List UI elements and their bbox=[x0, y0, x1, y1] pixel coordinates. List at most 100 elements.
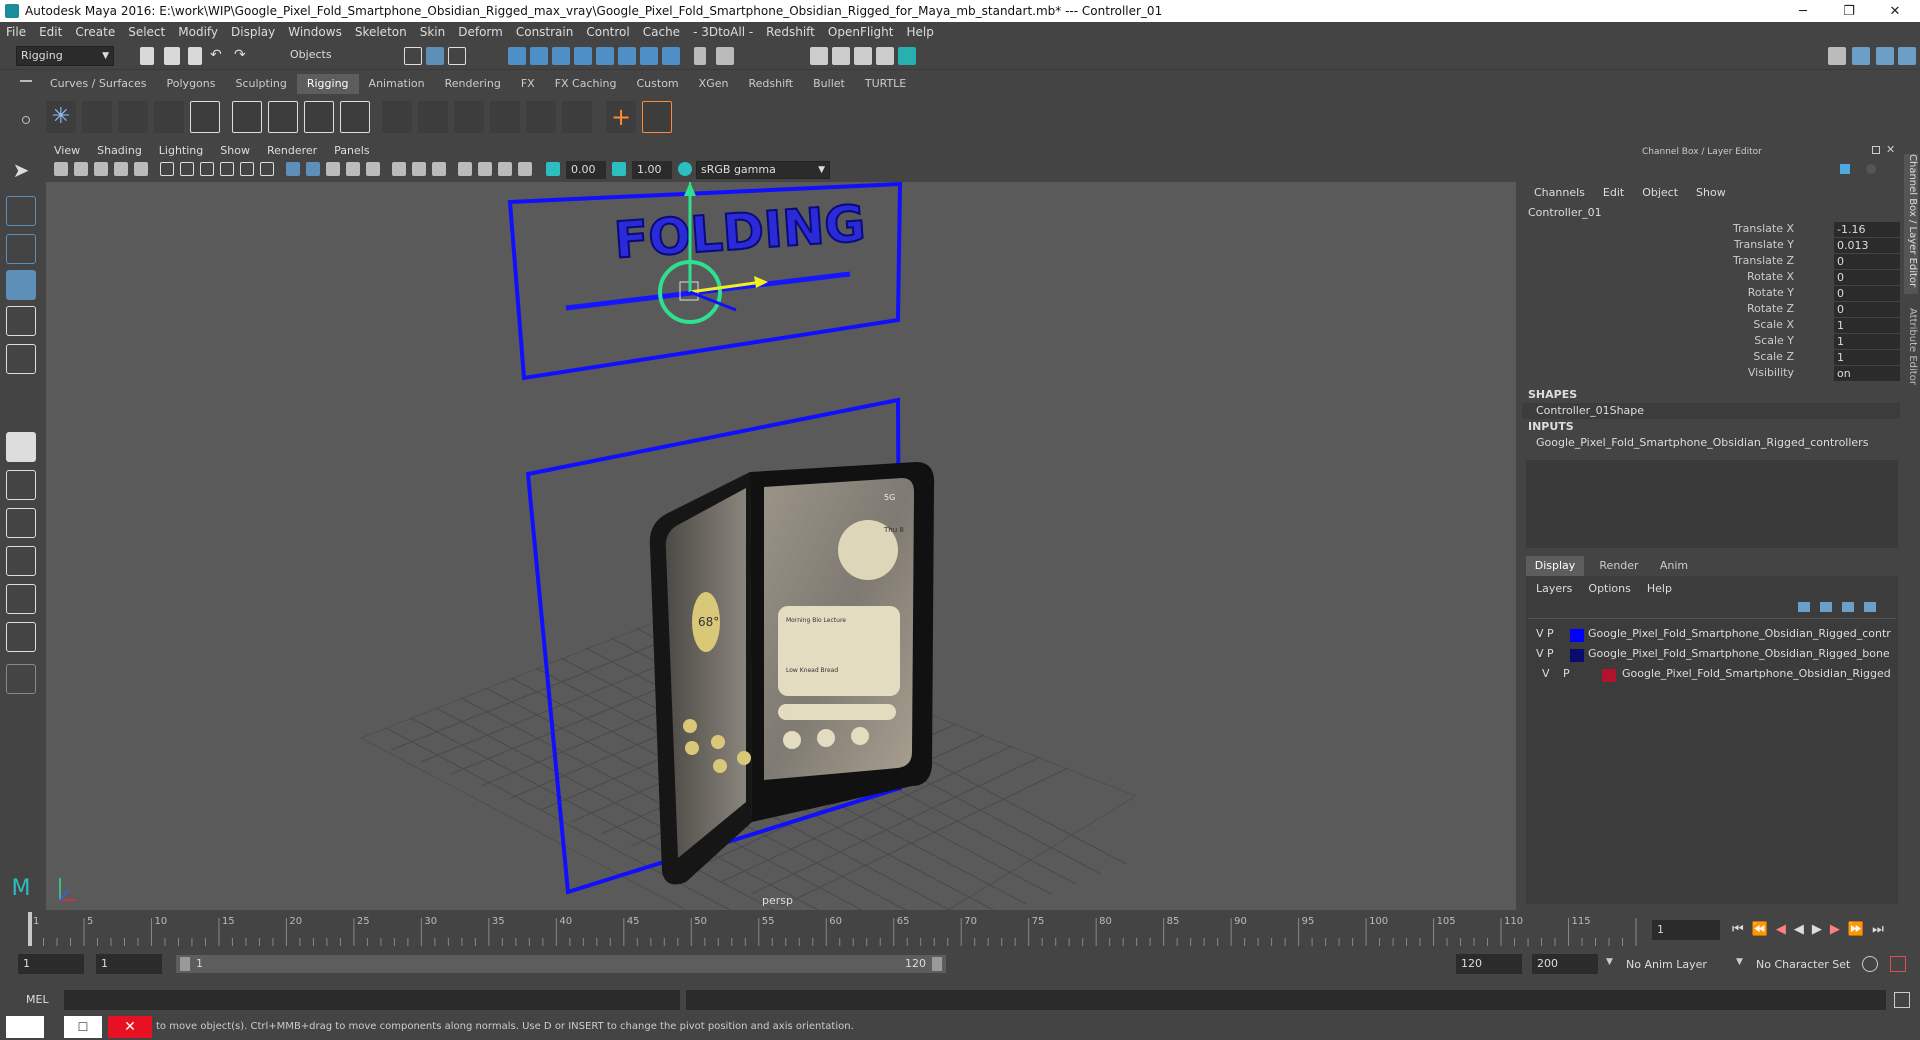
safe-action-icon[interactable] bbox=[260, 162, 274, 176]
exposure-icon[interactable] bbox=[546, 162, 560, 176]
playback-start-field[interactable]: 1 bbox=[96, 954, 162, 974]
paint-select-tool-icon[interactable] bbox=[6, 234, 36, 264]
taskbar-maya-icon[interactable] bbox=[6, 1016, 44, 1038]
layer-visibility-toggle[interactable]: V bbox=[1536, 627, 1544, 640]
move-layer-up-icon[interactable] bbox=[1798, 602, 1810, 612]
snap-to-view-plane-icon[interactable] bbox=[596, 47, 614, 65]
channel-value[interactable]: 0 bbox=[1834, 254, 1900, 269]
channel-value[interactable]: 0.013 bbox=[1834, 238, 1900, 253]
animation-start-field[interactable]: 1 bbox=[18, 954, 84, 974]
render-frame-icon[interactable] bbox=[810, 47, 828, 65]
channel-value[interactable]: 1 bbox=[1834, 334, 1900, 349]
taskbar-close-icon[interactable]: ✕ bbox=[108, 1016, 152, 1038]
ambient-occlusion-icon[interactable] bbox=[412, 162, 426, 176]
shelf-tab-polygons[interactable]: Polygons bbox=[157, 74, 226, 94]
magnet-icon[interactable] bbox=[716, 47, 734, 65]
layer-name[interactable]: Google_Pixel_Fold_Smartphone_Obsidian_Ri… bbox=[1588, 627, 1891, 640]
range-slider-end-handle[interactable] bbox=[932, 957, 942, 971]
shelf-tab-rigging[interactable]: Rigging bbox=[296, 74, 359, 94]
shelf-tab-turtle[interactable]: TURTLE bbox=[855, 74, 916, 94]
layer-row[interactable]: V P Google_Pixel_Fold_Smartphone_Obsidia… bbox=[1532, 667, 1892, 685]
resolution-gate-icon[interactable] bbox=[200, 162, 214, 176]
channel-value[interactable]: 0 bbox=[1834, 286, 1900, 301]
workspace-icon[interactable] bbox=[1828, 47, 1846, 65]
wireframe-icon[interactable] bbox=[286, 162, 300, 176]
menu-set-dropdown[interactable]: Rigging ▼ bbox=[16, 46, 114, 66]
pole-vector-constraint-icon[interactable] bbox=[562, 101, 592, 133]
maximize-button[interactable]: ❐ bbox=[1826, 0, 1872, 22]
channel-value[interactable]: 0 bbox=[1834, 302, 1900, 317]
attribute-editor-side-tab[interactable]: Attribute Editor bbox=[1904, 308, 1918, 398]
shelf-tab-curves[interactable]: Curves / Surfaces bbox=[40, 74, 157, 94]
shape-row[interactable]: Controller_01Shape bbox=[1522, 403, 1900, 419]
menu-cache[interactable]: Cache bbox=[643, 25, 680, 39]
go-to-end-icon[interactable]: ⏭ bbox=[1872, 922, 1884, 937]
select-by-object-icon[interactable] bbox=[426, 47, 444, 65]
color-management-icon[interactable] bbox=[678, 162, 692, 176]
anim-layer-dropdown[interactable]: No Anim Layer bbox=[1626, 958, 1707, 971]
chevron-down-icon[interactable]: ▼ bbox=[1736, 957, 1743, 967]
four-view-layout-icon[interactable] bbox=[6, 470, 36, 500]
help-icon[interactable] bbox=[1840, 164, 1850, 174]
input-name[interactable]: Google_Pixel_Fold_Smartphone_Obsidian_Ri… bbox=[1536, 436, 1868, 449]
menu-deform[interactable]: Deform bbox=[458, 25, 503, 39]
single-perspective-layout-icon[interactable] bbox=[6, 432, 36, 462]
create-joints-icon[interactable]: ✳ bbox=[46, 101, 76, 133]
animation-end-field[interactable]: 200 bbox=[1532, 954, 1598, 974]
step-forward-key-icon[interactable]: ⏩ bbox=[1848, 922, 1864, 937]
snap-to-projected-center-icon[interactable] bbox=[574, 47, 592, 65]
toggle-attribute-editor-icon[interactable] bbox=[1876, 47, 1894, 65]
gamma-icon[interactable] bbox=[612, 162, 626, 176]
snap-to-point-icon[interactable] bbox=[552, 47, 570, 65]
play-forward-icon[interactable]: ▶ bbox=[1812, 922, 1822, 937]
range-slider-start-handle[interactable] bbox=[180, 957, 190, 971]
orient-constraint-icon[interactable] bbox=[454, 101, 484, 133]
step-back-key-icon[interactable]: ⏪ bbox=[1752, 922, 1768, 937]
selection-mask-dropdown[interactable]: Objects bbox=[286, 46, 384, 66]
construction-history-icon[interactable] bbox=[662, 47, 680, 65]
input-output-icon[interactable] bbox=[640, 47, 658, 65]
xray-joints-icon[interactable] bbox=[498, 162, 512, 176]
exposure-field[interactable]: 0.00 bbox=[566, 161, 606, 179]
move-tool-icon[interactable] bbox=[6, 270, 36, 300]
layer-name[interactable]: Google_Pixel_Fold_Smartphone_Obsidian_Ri… bbox=[1622, 667, 1891, 680]
menu-help[interactable]: Help bbox=[906, 25, 933, 39]
select-by-hierarchy-icon[interactable] bbox=[404, 47, 422, 65]
play-backward-icon[interactable]: ◀ bbox=[1794, 922, 1804, 937]
orient-joint-icon[interactable] bbox=[154, 101, 184, 133]
layer-name[interactable]: Google_Pixel_Fold_Smartphone_Obsidian_Ri… bbox=[1588, 647, 1890, 660]
gate-mask-icon[interactable] bbox=[220, 162, 234, 176]
render-view-icon[interactable] bbox=[898, 47, 916, 65]
menu-redshift[interactable]: Redshift bbox=[766, 25, 815, 39]
new-layer-selected-icon[interactable] bbox=[1864, 602, 1876, 612]
menu-windows[interactable]: Windows bbox=[288, 25, 342, 39]
hypershade-icon[interactable] bbox=[876, 47, 894, 65]
panel-menu-lighting[interactable]: Lighting bbox=[159, 144, 203, 157]
menu-control[interactable]: Control bbox=[586, 25, 629, 39]
panel-menu-panels[interactable]: Panels bbox=[334, 144, 369, 157]
select-by-component-icon[interactable] bbox=[448, 47, 466, 65]
uv-editor-layout-icon[interactable] bbox=[6, 622, 36, 652]
character-set-dropdown[interactable]: No Character Set bbox=[1756, 958, 1850, 971]
layer-color-swatch[interactable] bbox=[1570, 629, 1584, 642]
ik-handle-icon[interactable] bbox=[190, 101, 220, 133]
snap-to-grid-icon[interactable] bbox=[508, 47, 526, 65]
cb-menu-channels[interactable]: Channels bbox=[1534, 186, 1585, 199]
menu-file[interactable]: File bbox=[6, 25, 26, 39]
render-settings-icon[interactable] bbox=[854, 47, 872, 65]
step-back-frame-icon[interactable]: ◀ bbox=[1776, 922, 1786, 937]
shelf-tab-animation[interactable]: Animation bbox=[359, 74, 435, 94]
layer-visibility-toggle[interactable]: V bbox=[1542, 667, 1550, 680]
toggle-channel-box-icon[interactable] bbox=[1852, 47, 1870, 65]
camera-select-icon[interactable] bbox=[54, 162, 68, 176]
joint-label-icon[interactable] bbox=[642, 101, 672, 133]
bind-skin-icon[interactable] bbox=[232, 101, 262, 133]
channel-value[interactable]: -1.16 bbox=[1834, 222, 1900, 237]
bookmarks-icon[interactable] bbox=[94, 162, 108, 176]
image-plane-icon[interactable] bbox=[114, 162, 128, 176]
channel-value[interactable]: 0 bbox=[1834, 270, 1900, 285]
mirror-joint-icon[interactable] bbox=[118, 101, 148, 133]
rotate-tool-icon[interactable] bbox=[6, 306, 36, 336]
menu-constrain[interactable]: Constrain bbox=[516, 25, 574, 39]
shelf-tab-fx[interactable]: FX bbox=[511, 74, 545, 94]
